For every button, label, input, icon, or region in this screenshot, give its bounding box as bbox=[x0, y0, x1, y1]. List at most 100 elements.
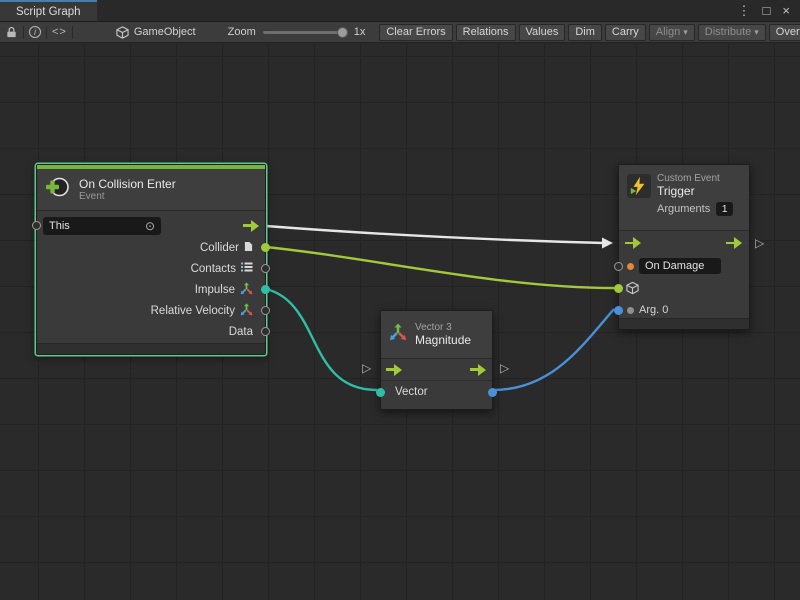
vector-input-row: Vector bbox=[381, 381, 492, 403]
flow-indicator-triangle-icon: ▷ bbox=[500, 362, 509, 374]
node-header[interactable]: Vector 3 Magnitude bbox=[381, 311, 492, 359]
node-on-collision-enter[interactable]: On Collision Enter Event This ⊙ Collider bbox=[36, 164, 266, 355]
output-label: Data bbox=[229, 326, 253, 338]
flow-input-arrow-icon[interactable] bbox=[386, 364, 403, 376]
values-button[interactable]: Values bbox=[519, 24, 566, 41]
separator bbox=[72, 26, 73, 39]
node-footer bbox=[37, 343, 265, 354]
target-field-value: This bbox=[49, 220, 70, 232]
output-label: Impulse bbox=[195, 284, 235, 296]
contacts-output-port[interactable] bbox=[261, 264, 270, 273]
clear-errors-button[interactable]: Clear Errors bbox=[379, 24, 452, 41]
flow-output-arrow-icon[interactable] bbox=[726, 237, 743, 249]
flow-indicator-triangle-icon: ▷ bbox=[755, 237, 764, 249]
vector3-type-icon bbox=[240, 282, 253, 298]
lock-icon[interactable] bbox=[5, 26, 18, 39]
zoom-value: 1x bbox=[354, 26, 366, 38]
impulse-output-port[interactable] bbox=[261, 285, 270, 294]
gameobject-label: GameObject bbox=[134, 26, 196, 38]
node-header[interactable]: Custom Event Trigger Arguments 1 bbox=[619, 165, 749, 231]
target-row: This ⊙ bbox=[37, 214, 265, 237]
vector-input-port[interactable] bbox=[376, 388, 385, 397]
output-label: Contacts bbox=[191, 263, 236, 275]
wire-control-flow[interactable] bbox=[266, 226, 604, 243]
dim-button[interactable]: Dim bbox=[568, 24, 602, 41]
custom-event-icon bbox=[627, 174, 651, 198]
arguments-setting: Arguments 1 bbox=[657, 202, 741, 216]
distribute-button[interactable]: Distribute ▾ bbox=[698, 24, 766, 41]
relative-velocity-output-port[interactable] bbox=[261, 306, 270, 315]
chevron-down-icon: ▾ bbox=[754, 27, 759, 38]
node-header[interactable]: On Collision Enter Event bbox=[37, 169, 265, 211]
gameobject-icon bbox=[116, 26, 129, 39]
node-title: Trigger bbox=[657, 184, 741, 198]
flow-input-arrow-icon[interactable] bbox=[625, 237, 642, 249]
zoom-slider-fill bbox=[263, 31, 339, 34]
overview-button[interactable]: Overv bbox=[769, 24, 800, 41]
graph-canvas[interactable]: On Collision Enter Event This ⊙ Collider bbox=[0, 44, 800, 600]
align-button[interactable]: Align ▾ bbox=[649, 24, 695, 41]
input-label: Vector bbox=[395, 386, 428, 398]
arguments-count-field[interactable]: 1 bbox=[716, 202, 733, 216]
align-label: Align bbox=[656, 26, 680, 38]
collider-type-icon bbox=[244, 241, 253, 255]
separator bbox=[46, 26, 47, 39]
node-trigger-custom-event[interactable]: Custom Event Trigger Arguments 1 On Dama… bbox=[618, 164, 750, 330]
gameobject-context[interactable]: GameObject bbox=[116, 26, 196, 39]
arg0-input-port[interactable] bbox=[614, 306, 623, 315]
flow-row bbox=[619, 231, 749, 255]
node-title: On Collision Enter bbox=[79, 177, 176, 191]
string-type-dot-icon bbox=[627, 263, 634, 270]
node-vector3-magnitude[interactable]: Vector 3 Magnitude Vector bbox=[380, 310, 493, 410]
info-icon[interactable]: i bbox=[29, 26, 41, 38]
zoom-slider-handle[interactable] bbox=[337, 27, 348, 38]
magnitude-output-port[interactable] bbox=[488, 388, 497, 397]
node-title: Magnitude bbox=[415, 333, 471, 347]
zoom-slider[interactable] bbox=[263, 31, 347, 34]
list-type-icon bbox=[241, 262, 253, 275]
window-menu-icon[interactable]: ⋮ bbox=[738, 4, 751, 17]
separator bbox=[23, 26, 24, 39]
collider-output-port[interactable] bbox=[261, 243, 270, 252]
distribute-label: Distribute bbox=[705, 26, 751, 38]
carry-button[interactable]: Carry bbox=[605, 24, 646, 41]
output-row-collider: Collider bbox=[37, 237, 265, 258]
node-category: Vector 3 bbox=[415, 322, 471, 333]
flow-indicator-triangle-icon: ▷ bbox=[362, 362, 371, 374]
object-picker-icon[interactable]: ⊙ bbox=[145, 219, 155, 233]
target-input-port[interactable] bbox=[32, 221, 41, 230]
code-view-icon[interactable]: <> bbox=[52, 26, 67, 38]
tab-script-graph[interactable]: Script Graph bbox=[0, 0, 97, 21]
event-name-input-port[interactable] bbox=[614, 262, 623, 271]
output-row-relative-velocity: Relative Velocity bbox=[37, 300, 265, 321]
output-row-impulse: Impulse bbox=[37, 279, 265, 300]
vector3-icon bbox=[389, 323, 407, 346]
event-name-field[interactable]: On Damage bbox=[639, 258, 721, 274]
zoom-control: Zoom 1x bbox=[228, 26, 366, 38]
target-input-port[interactable] bbox=[614, 284, 623, 293]
output-label: Collider bbox=[200, 242, 239, 254]
wire-impulse-to-vector[interactable] bbox=[266, 289, 377, 390]
value-type-dot-icon bbox=[627, 307, 634, 314]
flow-output-arrow-icon[interactable] bbox=[243, 220, 260, 232]
node-subtitle: Event bbox=[79, 191, 176, 202]
wire-collider-to-target[interactable] bbox=[266, 247, 614, 288]
unity-window: Script Graph ⋮ □ × i <> GameObject Zoom bbox=[0, 0, 800, 600]
window-controls: ⋮ □ × bbox=[738, 0, 800, 21]
maximize-icon[interactable]: □ bbox=[763, 4, 771, 17]
relations-button[interactable]: Relations bbox=[456, 24, 516, 41]
graph-toolbar: i <> GameObject Zoom 1x Clear Errors Rel… bbox=[0, 22, 800, 43]
tab-label: Script Graph bbox=[16, 6, 81, 18]
target-field[interactable]: This ⊙ bbox=[43, 217, 161, 235]
event-icon bbox=[45, 174, 71, 205]
arg0-label: Arg. 0 bbox=[639, 304, 668, 316]
output-row-data: Data bbox=[37, 321, 265, 342]
zoom-label: Zoom bbox=[228, 26, 256, 38]
flow-output-arrow-icon[interactable] bbox=[470, 364, 487, 376]
output-label: Relative Velocity bbox=[151, 305, 235, 317]
event-name-row: On Damage bbox=[619, 255, 749, 277]
data-output-port[interactable] bbox=[261, 327, 270, 336]
wire-magnitude-to-arg0[interactable] bbox=[493, 309, 614, 390]
gameobject-type-icon bbox=[626, 282, 639, 295]
close-icon[interactable]: × bbox=[782, 4, 790, 17]
